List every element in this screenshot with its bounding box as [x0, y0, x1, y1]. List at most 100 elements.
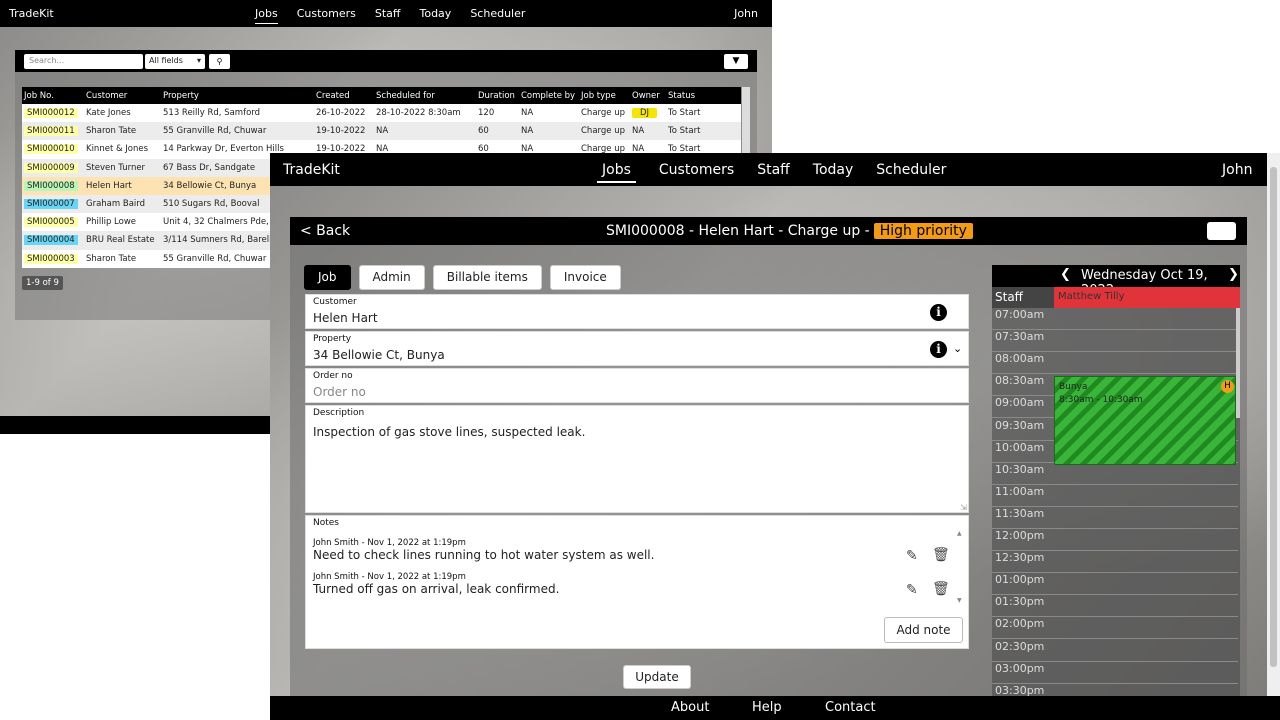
time-label: 03:00pm	[995, 661, 1045, 675]
time-label: 03:30pm	[995, 683, 1045, 696]
cell-status: To Start	[666, 122, 741, 141]
time-slot[interactable]: 08:00am	[992, 352, 1238, 375]
job-card: < Back SMI000008 - Helen Hart - Charge u…	[290, 217, 1247, 696]
chevron-down-icon[interactable]: ⌄	[953, 342, 962, 355]
time-slot[interactable]: 07:00am	[992, 308, 1238, 330]
nav-jobs[interactable]: Jobs	[255, 7, 278, 24]
tab-billable-items[interactable]: Billable items	[432, 265, 542, 290]
property-field[interactable]: Property 34 Bellowie Ct, Bunya i ⌄	[305, 331, 969, 366]
col-customer[interactable]: Customer	[84, 87, 161, 104]
delete-note-icon[interactable]: 🗑	[932, 581, 950, 597]
time-slot[interactable]: 01:30pm	[992, 595, 1238, 618]
scroll-up-icon[interactable]: ▲	[957, 530, 962, 537]
nav-customers[interactable]: Customers	[297, 7, 356, 24]
time-slot[interactable]: 11:30am	[992, 507, 1238, 529]
user-menu[interactable]: John	[734, 7, 758, 20]
nav-staff[interactable]: Staff	[757, 162, 790, 183]
job-type-text: Charge up	[581, 126, 625, 137]
scroll-down-icon[interactable]: ▼	[957, 597, 962, 604]
field-select-value: All fields	[149, 56, 183, 65]
time-slot[interactable]: 10:30am	[992, 463, 1238, 485]
update-button[interactable]: Update	[623, 665, 691, 689]
cell-complete-by: NA	[519, 104, 579, 123]
table-row[interactable]: SMI000012 Kate Jones 513 Reilly Rd, Samfor…	[22, 104, 741, 123]
time-slot[interactable]: 02:00pm	[992, 617, 1238, 640]
scrollbar-thumb[interactable]	[1270, 167, 1277, 667]
field-select[interactable]: All fields ▾	[145, 54, 205, 69]
back-navbar: TradeKit Jobs Customers Staff Today Sche…	[0, 0, 772, 27]
customer-field[interactable]: Customer Helen Hart i	[305, 294, 969, 329]
user-menu[interactable]: John	[1222, 162, 1252, 178]
job-no-text: SMI000009	[24, 162, 78, 173]
time-slot[interactable]: 02:30pm	[992, 640, 1238, 662]
description-field[interactable]: Description Inspection of gas stove line…	[305, 405, 969, 513]
tab-admin[interactable]: Admin	[358, 265, 425, 290]
time-slot[interactable]: 07:30am	[992, 330, 1238, 353]
col-job-type[interactable]: Job type	[579, 87, 630, 104]
col-status[interactable]: Status	[666, 87, 741, 104]
property-text: Unit 4, 32 Chalmers Pde, E	[163, 217, 277, 228]
chevron-right-icon[interactable]: ❯	[1228, 267, 1239, 282]
order-no-input[interactable]: Order no	[313, 385, 366, 399]
nav-jobs[interactable]: Jobs	[597, 162, 636, 183]
cell-job-no: SMI000003	[22, 249, 84, 268]
cell-job-no: SMI000010	[22, 140, 84, 159]
customer-info-icon[interactable]: i	[930, 304, 947, 321]
time-slot[interactable]: 03:00pm	[992, 662, 1238, 684]
footer-help[interactable]: Help	[752, 700, 782, 715]
tab-invoice[interactable]: Invoice	[549, 265, 621, 290]
owner-text: NA	[632, 126, 645, 137]
col-complete-by[interactable]: Complete by	[519, 87, 579, 104]
search-input[interactable]: Search...	[24, 54, 143, 69]
notes-section: Notes John Smith - Nov 1, 2022 at 1:19pm…	[305, 515, 969, 649]
time-label: 07:30am	[995, 330, 1045, 344]
col-scheduled[interactable]: Scheduled for	[374, 87, 476, 104]
cell-scheduled: 28-10-2022 8:30am	[374, 104, 476, 123]
brand-logo[interactable]: TradeKit	[9, 7, 54, 20]
page-scrollbar[interactable]	[1267, 153, 1280, 696]
chevron-left-icon[interactable]: ❮	[1060, 267, 1071, 282]
nav-customers[interactable]: Customers	[659, 162, 734, 183]
filter-button[interactable]: ▼	[724, 54, 748, 69]
search-button[interactable]: ⚲	[209, 54, 230, 69]
table-scrollbar[interactable]	[742, 87, 750, 157]
nav-today[interactable]: Today	[419, 7, 451, 24]
schedule-scrollbar[interactable]	[1236, 308, 1240, 418]
tab-job[interactable]: Job	[304, 265, 351, 290]
back-link[interactable]: < Back	[300, 223, 350, 239]
description-textarea[interactable]: Inspection of gas stove lines, suspected…	[313, 425, 585, 439]
col-job-no[interactable]: Job No.	[22, 87, 84, 104]
nav-scheduler[interactable]: Scheduler	[876, 162, 946, 183]
col-duration[interactable]: Duration	[476, 87, 519, 104]
resize-handle-icon[interactable]: ⇲	[960, 503, 967, 512]
order-no-label: Order no	[313, 371, 353, 381]
nav-staff[interactable]: Staff	[375, 7, 401, 24]
brand-logo[interactable]: TradeKit	[283, 162, 340, 178]
property-info-icon[interactable]: i	[930, 341, 947, 358]
delete-note-icon[interactable]: 🗑	[932, 547, 950, 563]
time-slot[interactable]: 11:00am	[992, 485, 1238, 507]
notes-scrollbar[interactable]: ▲ ▼	[956, 530, 965, 604]
time-slot[interactable]: 12:30pm	[992, 551, 1238, 574]
footer-about[interactable]: About	[671, 700, 709, 715]
table-row[interactable]: SMI000011 Sharon Tate 55 Granville Rd, Chu…	[22, 122, 741, 141]
edit-note-icon[interactable]: ✎	[906, 548, 918, 564]
time-slot[interactable]: 03:30pm	[992, 684, 1238, 696]
nav-scheduler[interactable]: Scheduler	[470, 7, 525, 24]
order-no-field[interactable]: Order no Order no	[305, 368, 969, 403]
time-slot[interactable]: 01:00pm	[992, 573, 1238, 596]
col-created[interactable]: Created	[314, 87, 374, 104]
time-slot[interactable]: 12:00pm	[992, 529, 1238, 551]
cell-customer: Graham Baird	[84, 194, 161, 214]
delete-job-button[interactable]: 🗑	[1207, 222, 1236, 240]
footer-contact[interactable]: Contact	[825, 700, 876, 715]
nav-today[interactable]: Today	[813, 162, 854, 183]
job-detail-window: TradeKit Jobs Customers Staff Today Sche…	[270, 153, 1280, 720]
edit-note-icon[interactable]: ✎	[906, 582, 918, 598]
cell-customer: Sharon Tate	[84, 249, 161, 268]
schedule-event[interactable]: Bunya 8:30am - 10:30am H	[1054, 376, 1236, 465]
col-property[interactable]: Property	[161, 87, 314, 104]
col-owner[interactable]: Owner	[630, 87, 666, 104]
duration-text: 120	[478, 108, 495, 119]
add-note-button[interactable]: Add note	[884, 617, 963, 643]
